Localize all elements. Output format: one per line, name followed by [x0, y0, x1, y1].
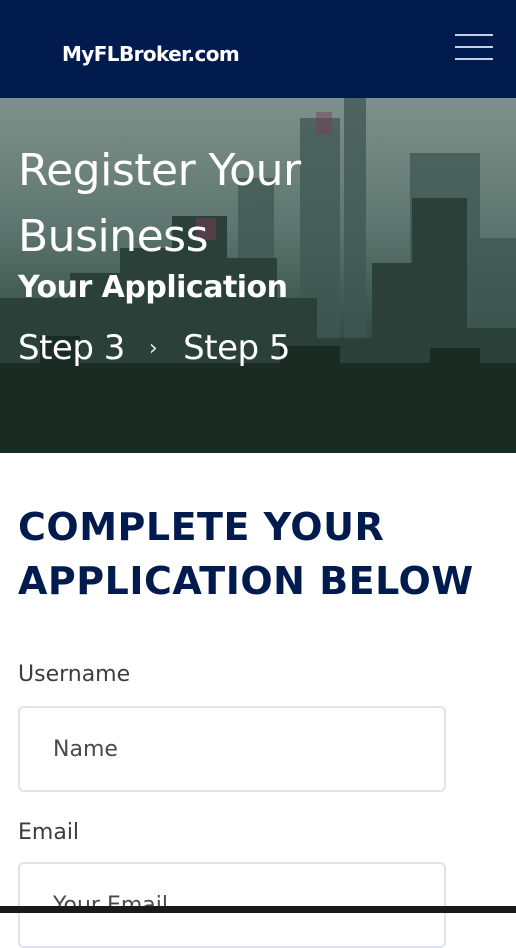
hero-subtitle: Your Application — [18, 270, 288, 305]
hamburger-menu-button[interactable] — [451, 30, 497, 66]
page-title: Register Your Business — [18, 145, 301, 262]
email-label: Email — [18, 820, 80, 845]
current-step: Step 3 — [18, 328, 125, 368]
total-steps: Step 5 — [183, 328, 291, 368]
chevron-right-icon: › — [148, 335, 158, 361]
hamburger-icon-line — [455, 58, 493, 60]
hamburger-icon-line — [455, 34, 493, 36]
site-header: MyFLBroker.com — [0, 0, 516, 98]
username-label: Username — [18, 662, 131, 687]
hamburger-icon-line — [455, 46, 493, 48]
form-heading: COMPLETE YOUR APPLICATION BELOW — [18, 505, 474, 603]
step-breadcrumb: Step 3 › Step 5 — [18, 326, 291, 370]
site-logo[interactable]: MyFLBroker.com — [62, 42, 240, 66]
browser-bottom-bar — [0, 906, 516, 913]
hero-banner: Register Your Business Your Application … — [0, 98, 516, 453]
email-input[interactable] — [18, 862, 446, 948]
username-input[interactable] — [18, 706, 446, 792]
